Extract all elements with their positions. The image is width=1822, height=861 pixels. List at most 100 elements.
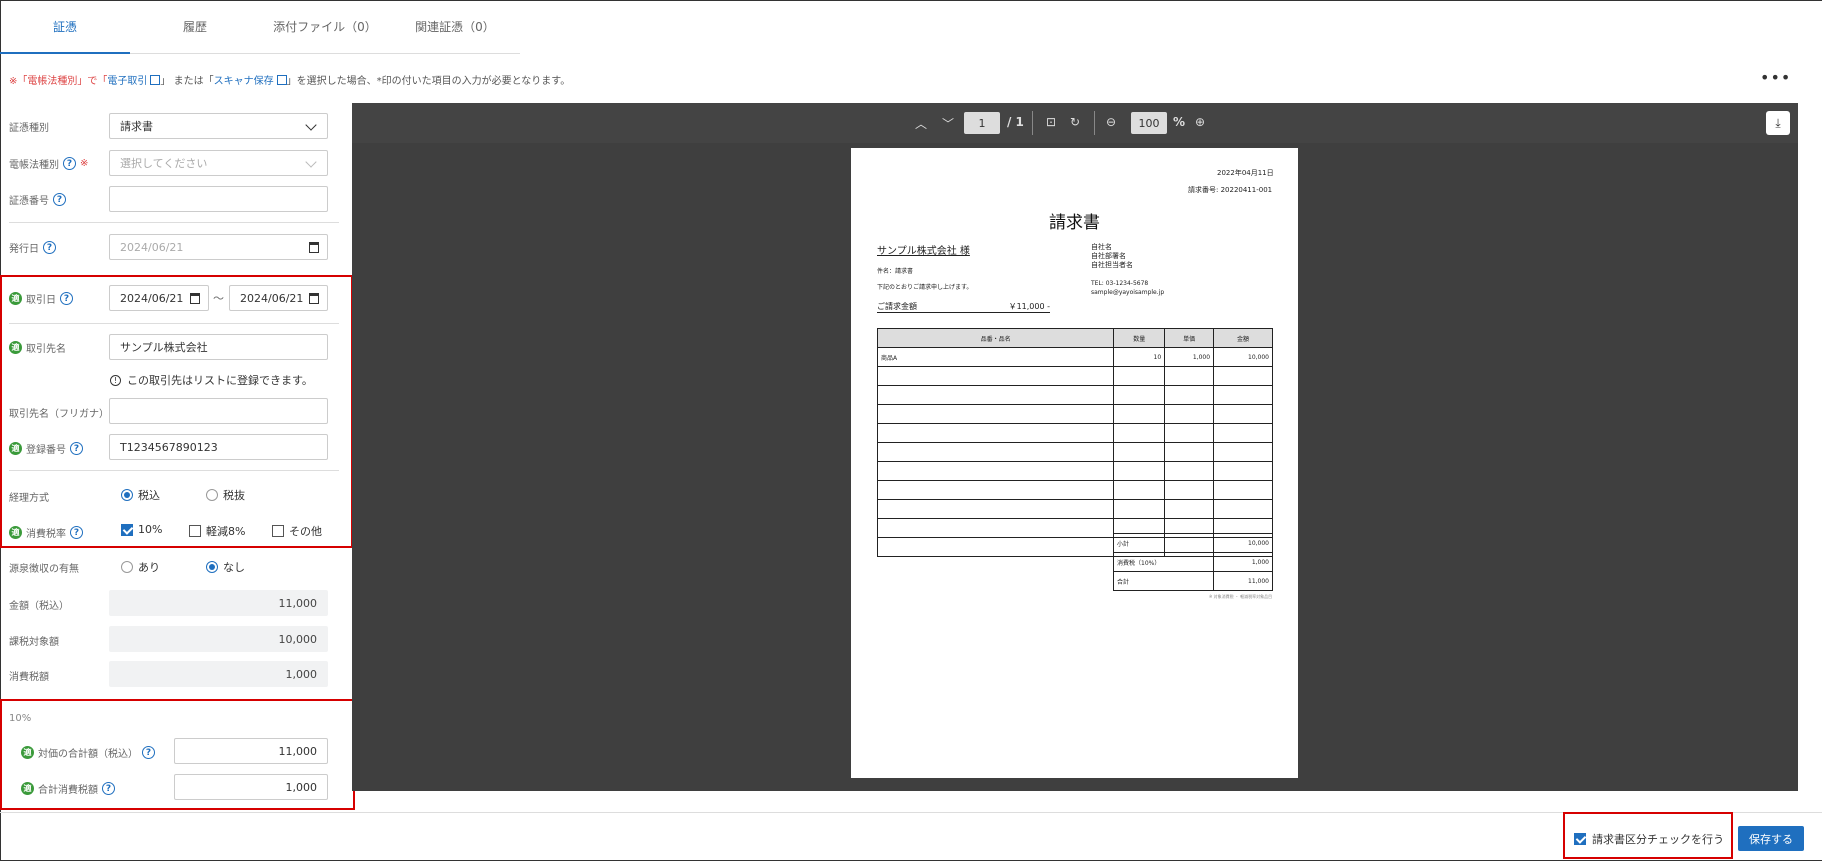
label-text: 証憑番号 xyxy=(9,196,49,207)
label-text: 課税対象額 xyxy=(9,637,59,648)
table-row: 商品A 10 1,000 10,000 xyxy=(876,347,1273,367)
partner-kana-input[interactable] xyxy=(109,398,328,424)
invoice-items-table: 品番・品名 数量 単価 金額 商品A 10 1,000 10,000 xyxy=(876,328,1273,557)
page-number-input[interactable]: 1 xyxy=(964,112,1000,134)
label-text: 経理方式 xyxy=(9,493,49,504)
total-10-input[interactable]: 11,000 xyxy=(174,738,328,764)
trade-date-from-input[interactable]: 2024/06/21 xyxy=(109,285,209,311)
tab-shouhyou[interactable]: 証憑 xyxy=(0,0,130,54)
radio-on-icon xyxy=(121,489,133,501)
denchou-type-select[interactable]: 選択してください xyxy=(109,150,328,176)
invoice-total-label: ご請求金額 xyxy=(877,302,917,311)
label-text: 消費税率 xyxy=(26,529,66,540)
zoom-out-icon[interactable]: ⊖ xyxy=(1106,115,1116,129)
pdf-viewer[interactable]: ︿ ﹀ 1 / 1 ⊡ ↻ ⊖ 100 % ⊕ ⤓ 2022年04月11日 請求… xyxy=(352,103,1798,791)
table-header: 単価 xyxy=(1164,328,1215,348)
required-mark: ※ xyxy=(80,158,89,169)
required-badge-icon: 適 xyxy=(9,292,22,305)
table-row: 合計 11,000 xyxy=(1113,571,1273,591)
checkbox-10[interactable]: 10% xyxy=(121,523,162,536)
radio-zeikomi[interactable]: 税込 xyxy=(121,487,160,503)
issue-date-input[interactable]: 2024/06/21 xyxy=(109,234,328,260)
tab-related[interactable]: 関連証憑（0） xyxy=(390,0,520,54)
checkbox-label: 10% xyxy=(138,523,163,536)
notice-text: ※「電帳法種別」で「電子取引 」 または「スキャナ保存 」を選択した場合、*印の付い… xyxy=(9,72,570,87)
section-10-heading: 10% xyxy=(9,713,31,724)
label-shouhyou-type: 証憑種別 xyxy=(9,119,49,134)
label-partner: 適取引先名 xyxy=(9,340,66,355)
info-icon: ! xyxy=(110,374,121,386)
chevron-down-icon[interactable]: ﹀ xyxy=(942,115,954,132)
radio-label: 税抜 xyxy=(223,489,245,502)
zoom-in-icon[interactable]: ⊕ xyxy=(1195,115,1205,129)
radio-on-icon xyxy=(206,561,218,573)
fit-page-icon[interactable]: ⊡ xyxy=(1046,115,1056,129)
calendar-icon[interactable] xyxy=(309,293,319,304)
help-icon[interactable]: ? xyxy=(70,526,83,539)
label-tax-10: 適合計消費税額? xyxy=(21,781,115,796)
calendar-icon[interactable] xyxy=(190,293,200,304)
label-text: 取引先名（フリガナ） xyxy=(9,409,109,420)
tab-bar: 証憑 履歴 添付ファイル（0） 関連証憑（0） xyxy=(0,0,520,54)
table-row xyxy=(876,499,1273,519)
trade-date-to-input[interactable]: 2024/06/21 xyxy=(229,285,328,311)
viewer-toolbar: ︿ ﹀ 1 / 1 ⊡ ↻ ⊖ 100 % ⊕ ⤓ xyxy=(352,103,1798,143)
cell: 10,000 xyxy=(1213,347,1273,367)
help-icon[interactable]: ? xyxy=(70,442,83,455)
required-badge-icon: 適 xyxy=(9,341,22,354)
help-icon[interactable]: ? xyxy=(63,157,76,170)
zoom-unit: % xyxy=(1173,115,1186,129)
download-icon[interactable]: ⤓ xyxy=(1766,111,1790,135)
table-row xyxy=(876,404,1273,424)
chevron-up-icon[interactable]: ︿ xyxy=(915,115,927,132)
radio-nashi[interactable]: なし xyxy=(206,559,245,575)
invoice-check-toggle[interactable]: 請求書区分チェックを行う xyxy=(1574,831,1724,847)
table-header: 数量 xyxy=(1113,328,1166,348)
help-icon[interactable]: ? xyxy=(60,292,73,305)
radio-zeinuki[interactable]: 税抜 xyxy=(206,487,245,503)
date-placeholder: 2024/06/21 xyxy=(120,240,184,254)
tab-attachments[interactable]: 添付ファイル（0） xyxy=(260,0,390,54)
more-menu-icon[interactable]: ••• xyxy=(1760,68,1791,87)
cell: 10,000 xyxy=(1213,533,1273,553)
partner-input[interactable]: サンプル株式会社 xyxy=(109,334,328,360)
checkbox-8[interactable]: 軽減8% xyxy=(189,523,245,539)
tab-history[interactable]: 履歴 xyxy=(130,0,260,54)
invoice-total-line: ご請求金額 ￥11,000 - xyxy=(877,301,1050,313)
label-text: 合計消費税額 xyxy=(38,785,98,796)
required-badge-icon: 適 xyxy=(21,782,34,795)
table-row xyxy=(876,442,1273,462)
label-partner-kana: 取引先名（フリガナ） xyxy=(9,405,109,420)
help-icon[interactable]: ? xyxy=(53,193,66,206)
shouhyou-no-input[interactable] xyxy=(109,186,328,212)
invoice-number: 請求番号: 20220411-001 xyxy=(1188,186,1273,194)
cell: 商品A xyxy=(876,347,1115,367)
help-icon[interactable]: ? xyxy=(142,746,155,759)
reg-no-input[interactable]: T1234567890123 xyxy=(109,434,328,460)
label-text: 10% xyxy=(9,713,32,724)
label-tax: 消費税額 xyxy=(9,668,49,683)
label-text: 取引先名 xyxy=(26,344,66,355)
shouhyou-type-select[interactable]: 請求書 xyxy=(109,113,328,139)
zoom-input[interactable]: 100 xyxy=(1131,112,1167,134)
radio-ari[interactable]: あり xyxy=(121,559,160,575)
checkbox-checked-icon xyxy=(121,523,133,536)
help-icon[interactable]: ? xyxy=(102,782,115,795)
checkbox-other[interactable]: その他 xyxy=(272,523,322,539)
checkbox-label: 請求書区分チェックを行う xyxy=(1592,833,1724,846)
save-button[interactable]: 保存する xyxy=(1738,826,1804,851)
divider xyxy=(9,470,339,471)
rotate-icon[interactable]: ↻ xyxy=(1070,115,1080,129)
help-icon[interactable]: ? xyxy=(43,241,56,254)
chevron-down-icon xyxy=(305,119,317,131)
select-value: 請求書 xyxy=(120,120,153,133)
link-scanner[interactable]: スキャナ保存 xyxy=(214,76,274,87)
calendar-icon[interactable] xyxy=(309,242,319,253)
required-badge-icon: 適 xyxy=(9,526,22,539)
link-denshi[interactable]: 電子取引 xyxy=(107,76,147,87)
label-withholding: 源泉徴収の有無 xyxy=(9,560,79,575)
radio-label: なし xyxy=(223,561,245,574)
label-text: 登録番号 xyxy=(26,445,66,456)
cell: 1,000 xyxy=(1213,552,1273,572)
tax-10-input[interactable]: 1,000 xyxy=(174,774,328,800)
